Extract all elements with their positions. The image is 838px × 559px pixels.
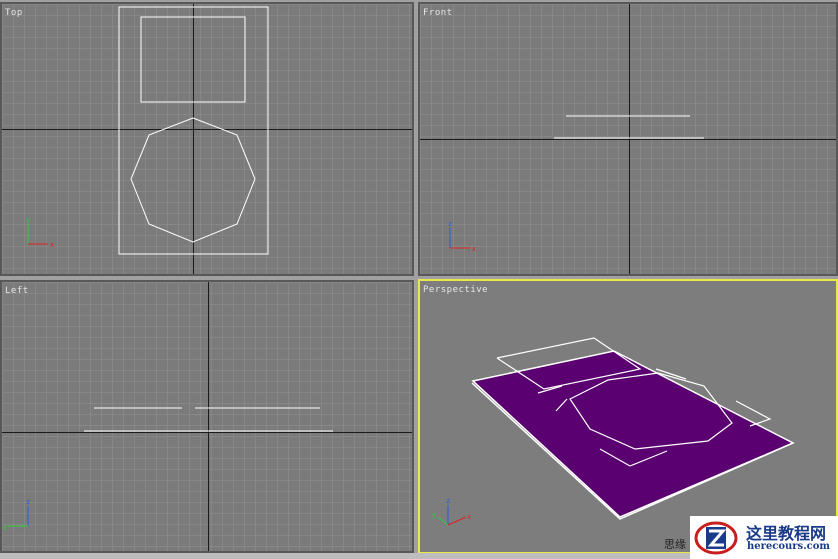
axis-label-x: x	[50, 241, 54, 249]
axis-label-y: y	[26, 216, 30, 224]
axis-label-x: x	[472, 245, 476, 253]
viewport-left[interactable]: Left z y	[0, 280, 414, 553]
axis-label-z: z	[448, 220, 452, 228]
top-scene	[118, 6, 269, 255]
viewport-front[interactable]: Front z x	[418, 2, 838, 276]
viewport-top[interactable]: Top y x	[0, 2, 414, 276]
axis-tripod-icon: z x	[448, 220, 476, 253]
watermark-url: herecours.com	[747, 541, 831, 552]
inner-rectangle	[140, 16, 246, 103]
viewport-label[interactable]: Left	[5, 286, 29, 296]
axis-label-y: y	[432, 511, 436, 519]
front-scene	[554, 115, 704, 139]
axis-label-y: y	[3, 523, 7, 531]
axis-label-z: z	[26, 498, 30, 506]
axis-tripod-icon: y x	[26, 216, 54, 249]
axis-tripod-icon: z x y	[432, 497, 471, 526]
axis-tripod-icon: z y	[3, 498, 30, 531]
viewport-label[interactable]: Perspective	[423, 285, 488, 295]
axis-label-x: x	[467, 513, 471, 521]
viewport-label[interactable]: Top	[5, 8, 23, 18]
viewport-perspective[interactable]: Perspective z x y	[418, 279, 838, 554]
watermark: 这里教程网 herecours.com	[690, 516, 838, 559]
watermark-logo-icon	[694, 521, 738, 555]
octagon	[130, 117, 256, 243]
viewport-label[interactable]: Front	[423, 8, 453, 18]
watermark-prefix: 思缘	[664, 538, 686, 551]
left-scene	[84, 407, 333, 432]
axis-label-z: z	[446, 497, 450, 505]
perspective-scene	[471, 337, 795, 520]
